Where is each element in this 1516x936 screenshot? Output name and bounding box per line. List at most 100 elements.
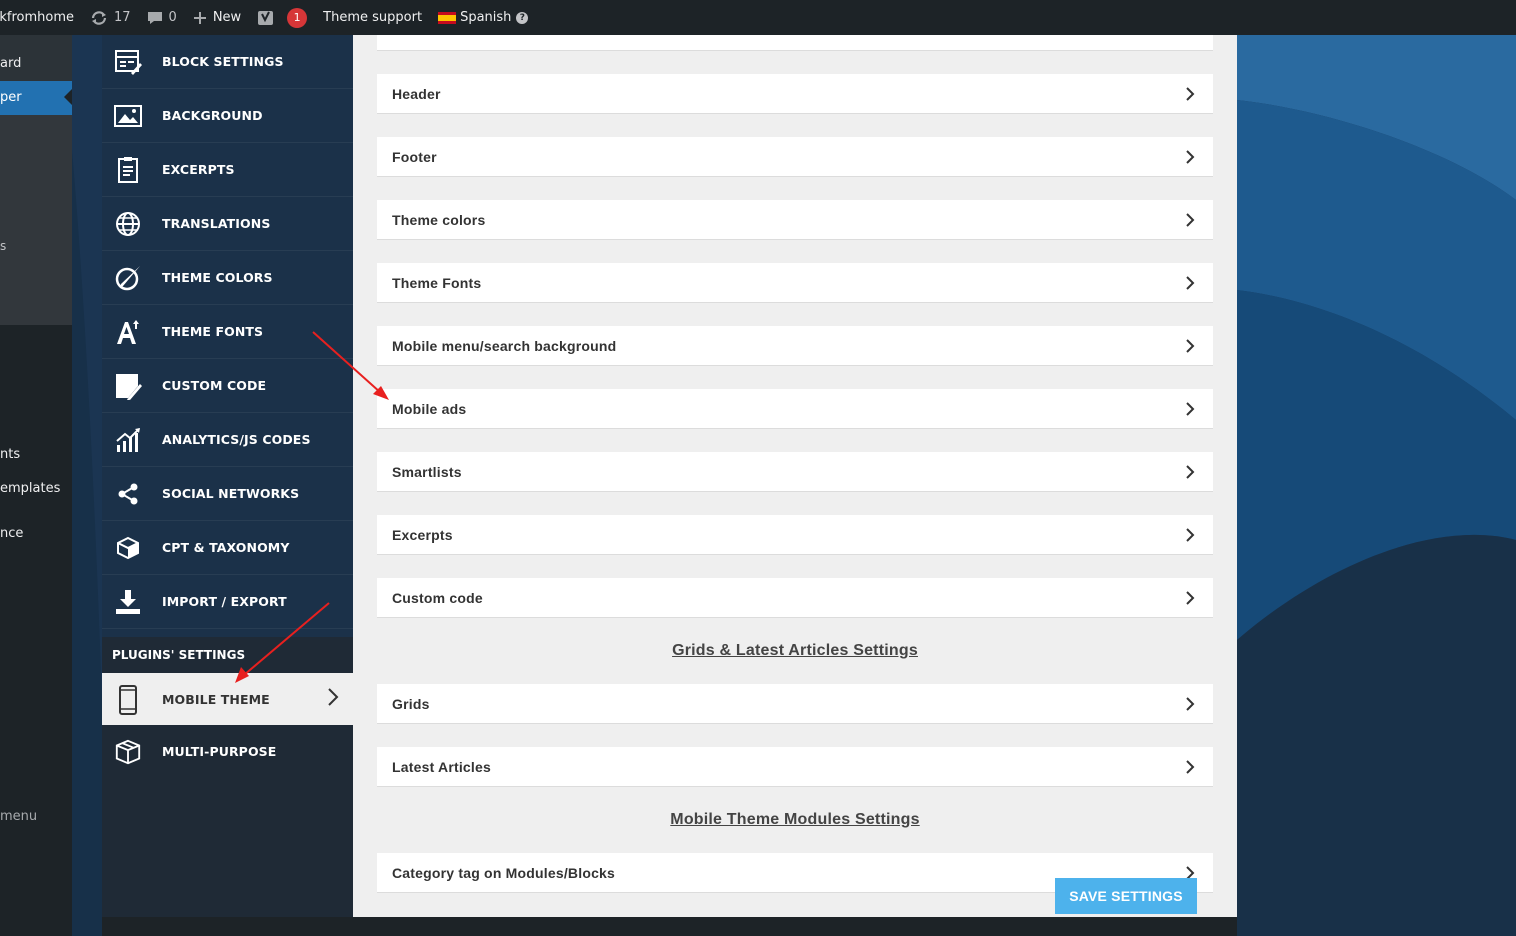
new-content-link[interactable]: New (185, 0, 249, 35)
chevron-right-icon (1181, 399, 1199, 419)
collapse-menu-label: menu (0, 809, 38, 824)
section-title-grids: Grids & Latest Articles Settings (672, 642, 918, 659)
section-title-modules: Mobile Theme Modules Settings (670, 811, 920, 828)
menu-item-theme-panel[interactable]: per (0, 81, 72, 115)
image-icon (114, 102, 142, 130)
settings-row-custom-code[interactable]: Custom code (377, 578, 1213, 618)
settings-row-excerpts[interactable]: Excerpts (377, 515, 1213, 555)
nav-block-settings[interactable]: BLOCK SETTINGS (102, 35, 353, 89)
nav-excerpts[interactable]: EXCERPTS (102, 143, 353, 197)
row-label: Latest Articles (392, 758, 491, 775)
nav-label: THEME FONTS (162, 324, 264, 339)
chevron-right-icon (1181, 462, 1199, 482)
row-label: Category tag on Modules/Blocks (392, 864, 616, 881)
wp-admin-bar: rkfromhome 17 0 New 1 Theme support Span… (0, 0, 1516, 35)
settings-row-latest-articles[interactable]: Latest Articles (377, 747, 1213, 787)
save-settings-button[interactable]: SAVE SETTINGS (1055, 878, 1197, 914)
submenu-item[interactable]: s (0, 229, 72, 263)
yoast-icon (257, 9, 275, 27)
palette-icon (114, 264, 142, 292)
nav-social-networks[interactable]: SOCIAL NETWORKS (102, 467, 353, 521)
chevron-right-icon (1181, 694, 1199, 714)
theme-support-link[interactable]: Theme support (315, 0, 430, 35)
nav-multi-purpose[interactable]: MULTI-PURPOSE (102, 725, 353, 779)
settings-row-top-partial[interactable] (377, 35, 1213, 51)
settings-row-smartlists[interactable]: Smartlists (377, 452, 1213, 492)
chevron-right-icon (1181, 525, 1199, 545)
box-icon (114, 738, 142, 766)
new-label: New (212, 10, 242, 25)
nav-custom-code[interactable]: CUSTOM CODE (102, 359, 353, 413)
nav-cpt-taxonomy[interactable]: CPT & TAXONOMY (102, 521, 353, 575)
nav-theme-colors[interactable]: THEME COLORS (102, 251, 353, 305)
language-label: Spanish (460, 10, 512, 25)
menu-item-label: nce (0, 526, 24, 541)
row-label: Theme colors (392, 211, 486, 228)
code-pencil-icon (114, 372, 142, 400)
comment-icon (147, 11, 163, 25)
chevron-right-icon (1181, 336, 1199, 356)
chevron-right-icon (1181, 588, 1199, 608)
menu-item-dashboard[interactable]: ard (0, 47, 72, 81)
theme-support-label: Theme support (323, 10, 423, 25)
settings-row-footer[interactable]: Footer (377, 137, 1213, 177)
nav-label: BACKGROUND (162, 108, 263, 123)
settings-row-mobile-menu-background[interactable]: Mobile menu/search background (377, 326, 1213, 366)
plugins-settings-header: PLUGINS' SETTINGS (102, 637, 353, 673)
document-icon (114, 156, 142, 184)
globe-icon (114, 210, 142, 238)
submenu-item-label: s (0, 239, 7, 253)
wp-admin-menu: ard per s nts emplates nce menu (0, 35, 72, 936)
nav-label: ANALYTICS/JS CODES (162, 432, 311, 447)
menu-item-appearance[interactable]: nce (0, 517, 72, 551)
chevron-right-icon (1181, 210, 1199, 230)
settings-row-grids[interactable]: Grids (377, 684, 1213, 724)
nav-background[interactable]: BACKGROUND (102, 89, 353, 143)
site-name: rkfromhome (0, 10, 74, 25)
settings-row-theme-colors[interactable]: Theme colors (377, 200, 1213, 240)
row-label: Smartlists (392, 463, 462, 480)
nav-import-export[interactable]: IMPORT / EXPORT (102, 575, 353, 629)
nav-mobile-theme[interactable]: MOBILE THEME (102, 673, 353, 727)
block-settings-icon (114, 48, 142, 76)
nav-label: BLOCK SETTINGS (162, 54, 284, 69)
nav-label: SOCIAL NETWORKS (162, 486, 300, 501)
chevron-right-icon (1181, 273, 1199, 293)
share-icon (114, 480, 142, 508)
nav-analytics[interactable]: ANALYTICS/JS CODES (102, 413, 353, 467)
mobile-icon (114, 684, 142, 715)
site-name-link[interactable]: rkfromhome (0, 0, 82, 35)
nav-label: CUSTOM CODE (162, 378, 267, 393)
settings-row-theme-fonts[interactable]: Theme Fonts (377, 263, 1213, 303)
cube-icon (114, 534, 142, 562)
nav-label: CPT & TAXONOMY (162, 540, 290, 555)
yoast-link[interactable]: 1 (249, 0, 315, 35)
row-label: Custom code (392, 589, 483, 606)
download-icon (114, 588, 142, 616)
nav-theme-fonts[interactable]: THEME FONTS (102, 305, 353, 359)
analytics-icon (114, 426, 142, 454)
wp-menu-lower: nts emplates nce menu (0, 325, 72, 936)
settings-row-mobile-ads[interactable]: Mobile ads (377, 389, 1213, 429)
nav-translations[interactable]: TRANSLATIONS (102, 197, 353, 251)
row-label: Excerpts (392, 526, 453, 543)
menu-item-templates[interactable]: emplates (0, 472, 72, 506)
settings-row-header[interactable]: Header (377, 74, 1213, 114)
active-menu-caret (64, 89, 72, 105)
plus-icon (193, 11, 207, 25)
comments-link[interactable]: 0 (139, 0, 185, 35)
row-label: Grids (392, 695, 430, 712)
collapse-menu[interactable]: menu (0, 800, 72, 834)
row-label: Mobile ads (392, 400, 467, 417)
updates-count: 17 (113, 10, 131, 25)
chevron-right-icon (327, 687, 339, 713)
row-label: Mobile menu/search background (392, 337, 617, 354)
updates-link[interactable]: 17 (82, 0, 139, 35)
menu-item-label: nts (0, 447, 21, 462)
language-switcher[interactable]: Spanish ? (430, 0, 536, 35)
chevron-right-icon (1181, 757, 1199, 777)
nav-label: IMPORT / EXPORT (162, 594, 287, 609)
row-label: Theme Fonts (392, 274, 482, 291)
wp-submenu: s (0, 115, 72, 325)
menu-item-comments[interactable]: nts (0, 438, 72, 472)
